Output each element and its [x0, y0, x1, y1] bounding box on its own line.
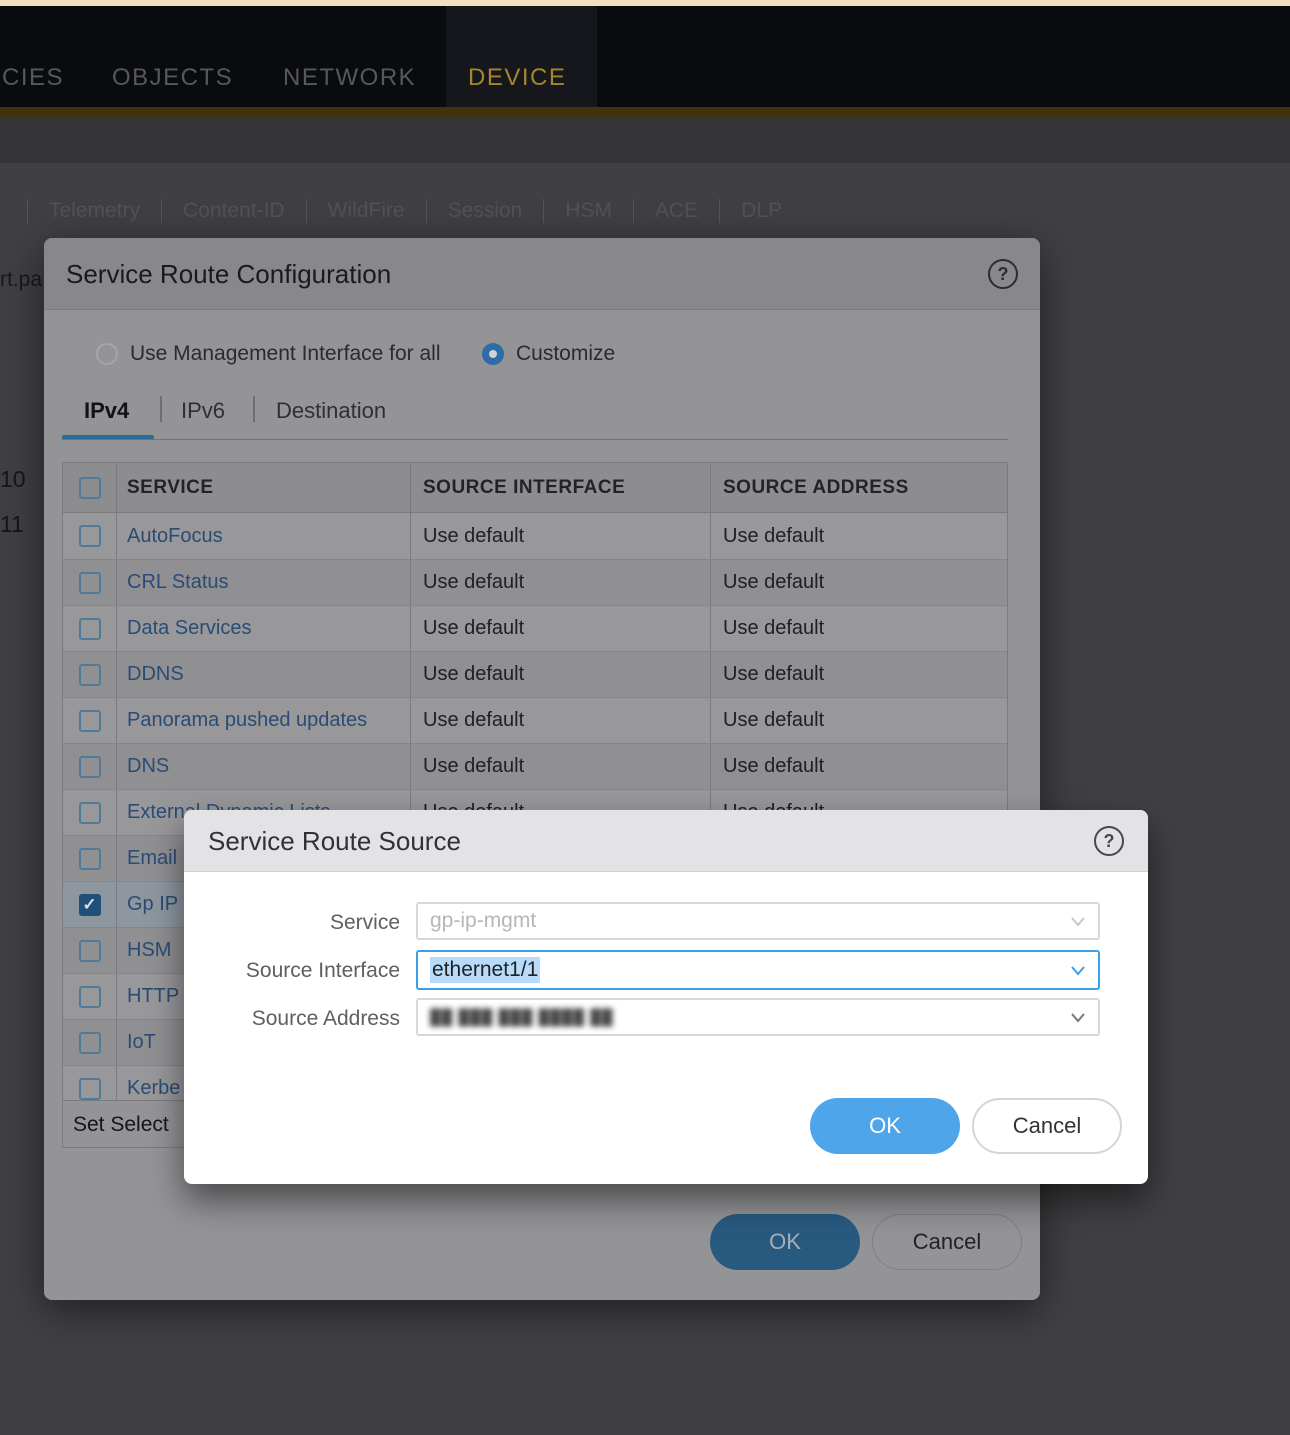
check-icon: ✓ — [82, 895, 96, 915]
row-checkbox[interactable] — [79, 802, 101, 824]
select-all-checkbox[interactable] — [79, 477, 101, 499]
top-navbar: CIES OBJECTS NETWORK DEVICE — [0, 6, 1290, 107]
background-row-number: 11 — [0, 511, 24, 538]
subnav-wildfire[interactable]: WildFire — [307, 199, 426, 223]
column-header-source-interface[interactable]: SOURCE INTERFACE — [411, 463, 711, 512]
source-interface-value: Use default — [411, 698, 711, 743]
row-checkbox[interactable] — [79, 710, 101, 732]
source-address-value: Use default — [711, 652, 1007, 697]
row-checkbox[interactable] — [79, 756, 101, 778]
nav-item-policies[interactable]: CIES — [2, 64, 64, 92]
radio-selected-icon[interactable] — [482, 343, 504, 365]
background-url-fragment: rt.pa — [0, 268, 42, 292]
row-checkbox[interactable] — [79, 618, 101, 640]
device-subnav: Telemetry Content-ID WildFire Session HS… — [27, 183, 803, 238]
table-row[interactable]: Panorama pushed updates Use default Use … — [63, 697, 1007, 743]
service-link[interactable]: Panorama pushed updates — [117, 698, 411, 743]
dialog-title: Service Route Source — [208, 810, 461, 872]
source-cancel-button[interactable]: Cancel — [972, 1098, 1122, 1154]
dialog-header: Service Route Configuration ? — [44, 238, 1040, 310]
row-checkbox[interactable] — [79, 572, 101, 594]
help-icon[interactable]: ? — [988, 259, 1018, 289]
config-ok-button[interactable]: OK — [710, 1214, 860, 1270]
service-link[interactable]: DDNS — [117, 652, 411, 697]
row-checkbox[interactable] — [79, 940, 101, 962]
background-row-number: 10 — [0, 466, 26, 493]
row-checkbox[interactable] — [79, 664, 101, 686]
nav-item-device[interactable]: DEVICE — [468, 64, 566, 92]
nav-item-objects[interactable]: OBJECTS — [112, 64, 233, 92]
help-icon[interactable]: ? — [1094, 826, 1124, 856]
source-interface-value: Use default — [411, 606, 711, 651]
table-row[interactable]: CRL Status Use default Use default — [63, 559, 1007, 605]
source-address-value: Use default — [711, 606, 1007, 651]
chevron-down-icon — [1068, 911, 1088, 931]
table-row[interactable]: Data Services Use default Use default — [63, 605, 1007, 651]
source-address-value: Use default — [711, 513, 1007, 559]
service-label: Service — [184, 911, 400, 935]
row-checkbox[interactable] — [79, 1078, 101, 1100]
nav-item-network[interactable]: NETWORK — [283, 64, 416, 92]
source-interface-dropdown[interactable]: ethernet1/1 — [416, 950, 1100, 990]
radio-icon[interactable] — [96, 343, 118, 365]
gold-accent-bar — [0, 107, 1290, 118]
service-link[interactable]: CRL Status — [117, 560, 411, 605]
source-interface-value: Use default — [411, 513, 711, 559]
row-checkbox-checked[interactable]: ✓ — [79, 894, 101, 916]
table-row[interactable]: AutoFocus Use default Use default — [63, 513, 1007, 559]
source-ok-button[interactable]: OK — [810, 1098, 960, 1154]
row-checkbox[interactable] — [79, 525, 101, 547]
dialog-title: Service Route Configuration — [66, 238, 391, 310]
subnav-dlp[interactable]: DLP — [720, 199, 803, 223]
tab-destination[interactable]: Destination — [276, 398, 386, 424]
dialog-header: Service Route Source ? — [184, 810, 1148, 872]
service-link[interactable]: Data Services — [117, 606, 411, 651]
source-address-value-redacted: ██ ███ ███ ████ ██ — [430, 1009, 613, 1026]
source-address-value: Use default — [711, 744, 1007, 789]
subnav-content-id[interactable]: Content-ID — [162, 199, 306, 223]
radio-use-management-interface[interactable]: Use Management Interface for all — [96, 342, 441, 366]
service-value: gp-ip-mgmt — [430, 909, 536, 933]
service-dropdown[interactable]: gp-ip-mgmt — [416, 902, 1100, 940]
source-interface-value: ethernet1/1 — [430, 957, 540, 983]
source-interface-label: Source Interface — [184, 959, 400, 983]
table-row[interactable]: DDNS Use default Use default — [63, 651, 1007, 697]
subnav-session[interactable]: Session — [427, 199, 544, 223]
column-header-service[interactable]: SERVICE — [117, 463, 411, 512]
table-row[interactable]: DNS Use default Use default — [63, 743, 1007, 789]
chevron-down-icon[interactable] — [1068, 1007, 1088, 1027]
source-interface-value: Use default — [411, 652, 711, 697]
source-address-dropdown[interactable]: ██ ███ ███ ████ ██ — [416, 998, 1100, 1036]
source-address-value: Use default — [711, 698, 1007, 743]
row-checkbox[interactable] — [79, 986, 101, 1008]
service-route-source-dialog: Service Route Source ? Service gp-ip-mgm… — [184, 810, 1148, 1184]
tab-ipv6[interactable]: IPv6 — [181, 398, 225, 424]
radio-customize[interactable]: Customize — [482, 342, 615, 366]
chevron-down-icon[interactable] — [1068, 960, 1088, 980]
subnav-ace[interactable]: ACE — [634, 199, 719, 223]
row-checkbox[interactable] — [79, 1032, 101, 1054]
row-checkbox[interactable] — [79, 848, 101, 870]
source-interface-value: Use default — [411, 744, 711, 789]
tab-divider — [160, 396, 162, 422]
service-link[interactable]: DNS — [117, 744, 411, 789]
tab-ipv4[interactable]: IPv4 — [84, 398, 129, 424]
toolbar-band — [0, 118, 1290, 163]
service-link[interactable]: AutoFocus — [117, 513, 411, 559]
radio-label: Customize — [516, 342, 615, 366]
source-interface-value: Use default — [411, 560, 711, 605]
config-cancel-button[interactable]: Cancel — [872, 1214, 1022, 1270]
table-header-row: SERVICE SOURCE INTERFACE SOURCE ADDRESS — [63, 463, 1007, 513]
tab-baseline — [62, 439, 1008, 440]
radio-label: Use Management Interface for all — [130, 342, 441, 366]
column-header-source-address[interactable]: SOURCE ADDRESS — [711, 463, 1007, 512]
subnav-telemetry[interactable]: Telemetry — [28, 199, 161, 223]
tab-divider — [253, 396, 255, 422]
subnav-hsm[interactable]: HSM — [544, 199, 633, 223]
source-address-value: Use default — [711, 560, 1007, 605]
source-address-label: Source Address — [184, 1007, 400, 1031]
screen: CIES OBJECTS NETWORK DEVICE Telemetry Co… — [0, 0, 1290, 1435]
